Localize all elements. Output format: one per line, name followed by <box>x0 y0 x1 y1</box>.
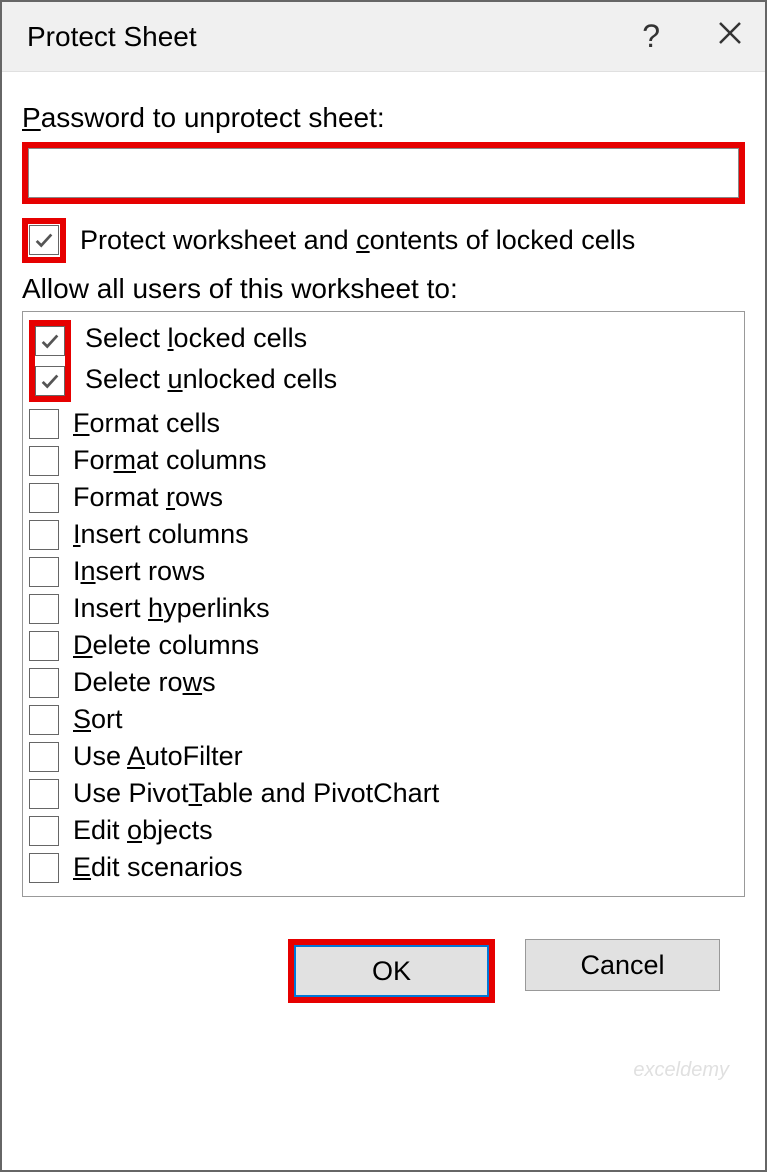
option-label-6: Insert rows <box>73 556 205 587</box>
option-label-7: Insert hyperlinks <box>73 593 270 624</box>
allow-label: Allow all users of this worksheet to: <box>22 273 745 305</box>
protect-label: Protect worksheet and contents of locked… <box>80 225 635 256</box>
option-checkbox-5[interactable] <box>29 520 59 550</box>
option-label-0: Select locked cells <box>85 323 337 354</box>
option-label-13: Edit objects <box>73 815 213 846</box>
option-label-3: Format columns <box>73 445 267 476</box>
option-row: Edit objects <box>29 812 738 849</box>
option-row: Sort <box>29 701 738 738</box>
option-checkbox-12[interactable] <box>29 779 59 809</box>
option-row: Delete columns <box>29 627 738 664</box>
option-checkbox-7[interactable] <box>29 594 59 624</box>
option-checkbox-9[interactable] <box>29 668 59 698</box>
options-listbox: Select locked cells Select unlocked cell… <box>22 311 745 897</box>
highlight-ok-button: OK <box>288 939 495 1003</box>
option-row: Use PivotTable and PivotChart <box>29 775 738 812</box>
option-checkbox-10[interactable] <box>29 705 59 735</box>
ok-button[interactable]: OK <box>294 945 489 997</box>
option-checkbox-3[interactable] <box>29 446 59 476</box>
option-label-11: Use AutoFilter <box>73 741 243 772</box>
option-label-10: Sort <box>73 704 123 735</box>
option-row: Edit scenarios <box>29 849 738 886</box>
cancel-button[interactable]: Cancel <box>525 939 720 991</box>
option-label-2: Format cells <box>73 408 220 439</box>
highlight-password <box>22 142 745 204</box>
close-icon[interactable] <box>715 18 745 55</box>
help-icon[interactable]: ? <box>642 18 660 55</box>
option-checkbox-8[interactable] <box>29 631 59 661</box>
option-checkbox-4[interactable] <box>29 483 59 513</box>
highlight-first-checkboxes <box>29 320 71 402</box>
option-row: Format cells <box>29 405 738 442</box>
option-checkbox-1[interactable] <box>35 366 65 396</box>
option-row: Insert columns <box>29 516 738 553</box>
option-row: Use AutoFilter <box>29 738 738 775</box>
option-checkbox-13[interactable] <box>29 816 59 846</box>
protect-row: Protect worksheet and contents of locked… <box>22 218 745 263</box>
option-label-4: Format rows <box>73 482 223 513</box>
watermark: exceldemy <box>633 1059 729 1082</box>
option-label-14: Edit scenarios <box>73 852 243 883</box>
option-row: Format columns <box>29 442 738 479</box>
option-row: Delete rows <box>29 664 738 701</box>
option-row: Format rows <box>29 479 738 516</box>
option-row: Insert rows <box>29 553 738 590</box>
titlebar-buttons: ? <box>642 18 745 55</box>
option-label-8: Delete columns <box>73 630 259 661</box>
option-checkbox-11[interactable] <box>29 742 59 772</box>
highlight-protect-checkbox <box>22 218 66 263</box>
option-checkbox-6[interactable] <box>29 557 59 587</box>
option-label-5: Insert columns <box>73 519 249 550</box>
dialog-title: Protect Sheet <box>27 21 197 53</box>
option-row: Insert hyperlinks <box>29 590 738 627</box>
password-label: Password to unprotect sheet: <box>22 102 745 134</box>
option-checkbox-14[interactable] <box>29 853 59 883</box>
button-row: OK Cancel <box>22 919 745 1003</box>
titlebar: Protect Sheet ? <box>2 2 765 72</box>
option-label-12: Use PivotTable and PivotChart <box>73 778 439 809</box>
dialog-content: Password to unprotect sheet: Protect wor… <box>2 72 765 1023</box>
option-checkbox-0[interactable] <box>35 326 65 356</box>
password-input[interactable] <box>28 148 739 198</box>
option-checkbox-2[interactable] <box>29 409 59 439</box>
protect-checkbox[interactable] <box>29 225 59 255</box>
option-label-9: Delete rows <box>73 667 216 698</box>
option-label-1: Select unlocked cells <box>85 364 337 395</box>
